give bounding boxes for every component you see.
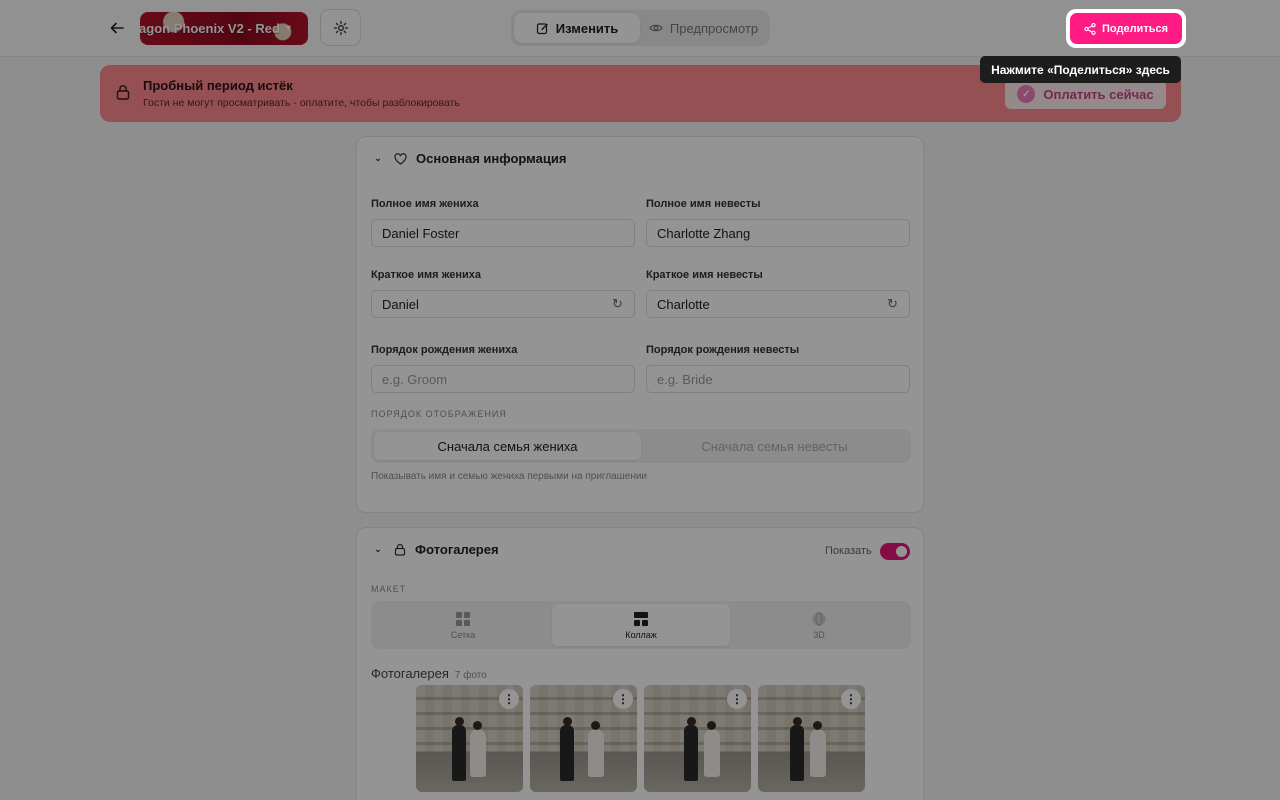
bride-short-name-input[interactable] bbox=[646, 290, 910, 318]
basic-info-header[interactable]: ⌄ Основная информация bbox=[371, 151, 566, 166]
section-title: Фотогалерея bbox=[415, 542, 499, 557]
banner-title: Пробный период истёк bbox=[143, 78, 293, 93]
reset-icon[interactable]: ↻ bbox=[612, 296, 623, 312]
photo-figure bbox=[704, 729, 720, 777]
photo-figure bbox=[452, 725, 466, 781]
photo-figure bbox=[560, 725, 574, 781]
template-selector[interactable]: ragon Phoenix V2 - Red ▾ bbox=[140, 12, 308, 45]
groom-short-name-input[interactable] bbox=[371, 290, 635, 318]
share-button[interactable]: Поделиться bbox=[1070, 13, 1182, 44]
layout-grid-button[interactable]: Сетка bbox=[374, 604, 552, 646]
layout-grid-label: Сетка bbox=[450, 629, 476, 640]
more-options-icon[interactable]: ⋮ bbox=[841, 689, 861, 709]
lock-icon bbox=[394, 543, 406, 556]
edit-mode-button[interactable]: Изменить bbox=[514, 13, 640, 43]
gear-icon bbox=[333, 20, 348, 35]
share-label: Поделиться bbox=[1101, 22, 1169, 35]
layout-toggle: Сетка Коллаж 3D bbox=[371, 601, 911, 649]
photo-thumbnail[interactable]: ⋮ bbox=[644, 685, 751, 792]
share-icon bbox=[1084, 22, 1096, 35]
layout-collage-label: Коллаж bbox=[625, 629, 657, 640]
share-highlight: Поделиться bbox=[1066, 9, 1186, 48]
photos-title-text: Фотогалерея bbox=[371, 666, 449, 681]
payment-icon: ✓ bbox=[1017, 85, 1036, 103]
bride-full-name-label: Полное имя невесты bbox=[646, 198, 761, 210]
photo-figure bbox=[813, 721, 822, 730]
banner-subtitle: Гости не могут просматривать - оплатите,… bbox=[143, 97, 460, 109]
layout-collage-button[interactable]: Коллаж bbox=[552, 604, 730, 646]
share-tooltip: Нажмите «Поделиться» здесь bbox=[980, 56, 1181, 83]
photo-figure bbox=[588, 729, 604, 777]
bride-full-name-input[interactable] bbox=[646, 219, 910, 247]
show-gallery-switch[interactable] bbox=[880, 543, 910, 560]
switch-knob bbox=[896, 546, 907, 557]
heart-icon bbox=[394, 152, 407, 165]
sphere-icon bbox=[812, 611, 826, 626]
photo-figure bbox=[455, 717, 464, 726]
groom-first-button[interactable]: Сначала семья жениха bbox=[374, 432, 641, 460]
layout-3d-label: 3D bbox=[813, 629, 825, 640]
collage-icon bbox=[634, 611, 648, 626]
photo-figure bbox=[707, 721, 716, 730]
bride-birth-order-input[interactable] bbox=[646, 365, 910, 393]
photo-figure bbox=[793, 717, 802, 726]
photo-figure bbox=[687, 717, 696, 726]
gallery-header[interactable]: ⌄ Фотогалерея bbox=[371, 542, 499, 557]
photo-count: 7 фото bbox=[454, 670, 487, 681]
photo-figure bbox=[473, 721, 482, 730]
pay-now-label: Оплатить сейчас bbox=[1043, 86, 1154, 102]
more-options-icon[interactable]: ⋮ bbox=[499, 689, 519, 709]
bride-birth-order-label: Порядок рождения невесты bbox=[646, 344, 800, 356]
groom-full-name-input[interactable] bbox=[371, 219, 635, 247]
chevron-down-icon: ⌄ bbox=[374, 153, 382, 163]
display-order-hint: Показывать имя и семью жениха первыми на… bbox=[371, 471, 648, 482]
preview-mode-button[interactable]: Предпросмотр bbox=[640, 13, 767, 43]
more-options-icon[interactable]: ⋮ bbox=[727, 689, 747, 709]
more-options-icon[interactable]: ⋮ bbox=[613, 689, 633, 709]
bride-short-name-label: Краткое имя невесты bbox=[646, 269, 763, 281]
pay-now-button[interactable]: ✓ Оплатить сейчас bbox=[1005, 79, 1166, 109]
photo-figure bbox=[591, 721, 600, 730]
edit-mode-label: Изменить bbox=[555, 20, 619, 36]
photos-title: Фотогалерея 7 фото bbox=[371, 666, 487, 681]
grid-icon bbox=[456, 611, 470, 626]
groom-birth-order-input[interactable] bbox=[371, 365, 635, 393]
groom-short-name-label: Краткое имя жениха bbox=[371, 269, 481, 281]
chevron-down-icon: ⌄ bbox=[374, 544, 382, 554]
photo-figure bbox=[790, 725, 804, 781]
preview-mode-label: Предпросмотр bbox=[669, 20, 759, 36]
gallery-section: ⌄ Фотогалерея Показать МАКЕТ Сетка Колла… bbox=[356, 527, 924, 800]
settings-button[interactable] bbox=[320, 9, 361, 46]
groom-full-name-label: Полное имя жениха bbox=[371, 198, 479, 210]
mode-toggle: Изменить Предпросмотр bbox=[511, 10, 770, 46]
photo-figure bbox=[684, 725, 698, 781]
edit-icon bbox=[536, 22, 548, 34]
arrow-left-icon bbox=[110, 22, 124, 34]
display-order-caption: ПОРЯДОК ОТОБРАЖЕНИЯ bbox=[371, 409, 507, 419]
section-title: Основная информация bbox=[416, 151, 567, 166]
basic-info-section: ⌄ Основная информация Полное имя жениха … bbox=[356, 136, 924, 513]
reset-icon[interactable]: ↻ bbox=[887, 296, 898, 312]
eye-icon bbox=[649, 24, 663, 32]
bride-first-button[interactable]: Сначала семья невесты bbox=[641, 432, 908, 460]
template-name: ragon Phoenix V2 - Red bbox=[140, 21, 280, 36]
photo-figure bbox=[563, 717, 572, 726]
photo-figure bbox=[470, 729, 486, 777]
chevron-down-icon: ▾ bbox=[285, 23, 291, 34]
back-button[interactable] bbox=[104, 14, 130, 42]
photo-thumbnail[interactable]: ⋮ bbox=[758, 685, 865, 792]
layout-caption: МАКЕТ bbox=[371, 584, 407, 594]
groom-birth-order-label: Порядок рождения жениха bbox=[371, 344, 518, 356]
photo-thumbnail[interactable]: ⋮ bbox=[530, 685, 637, 792]
display-order-toggle: Сначала семья жениха Сначала семья невес… bbox=[371, 429, 911, 463]
photo-figure bbox=[810, 729, 826, 777]
photo-thumbnail[interactable]: ⋮ bbox=[416, 685, 523, 792]
layout-3d-button[interactable]: 3D bbox=[730, 604, 908, 646]
lock-icon bbox=[116, 84, 130, 105]
show-toggle-label: Показать bbox=[825, 545, 872, 557]
